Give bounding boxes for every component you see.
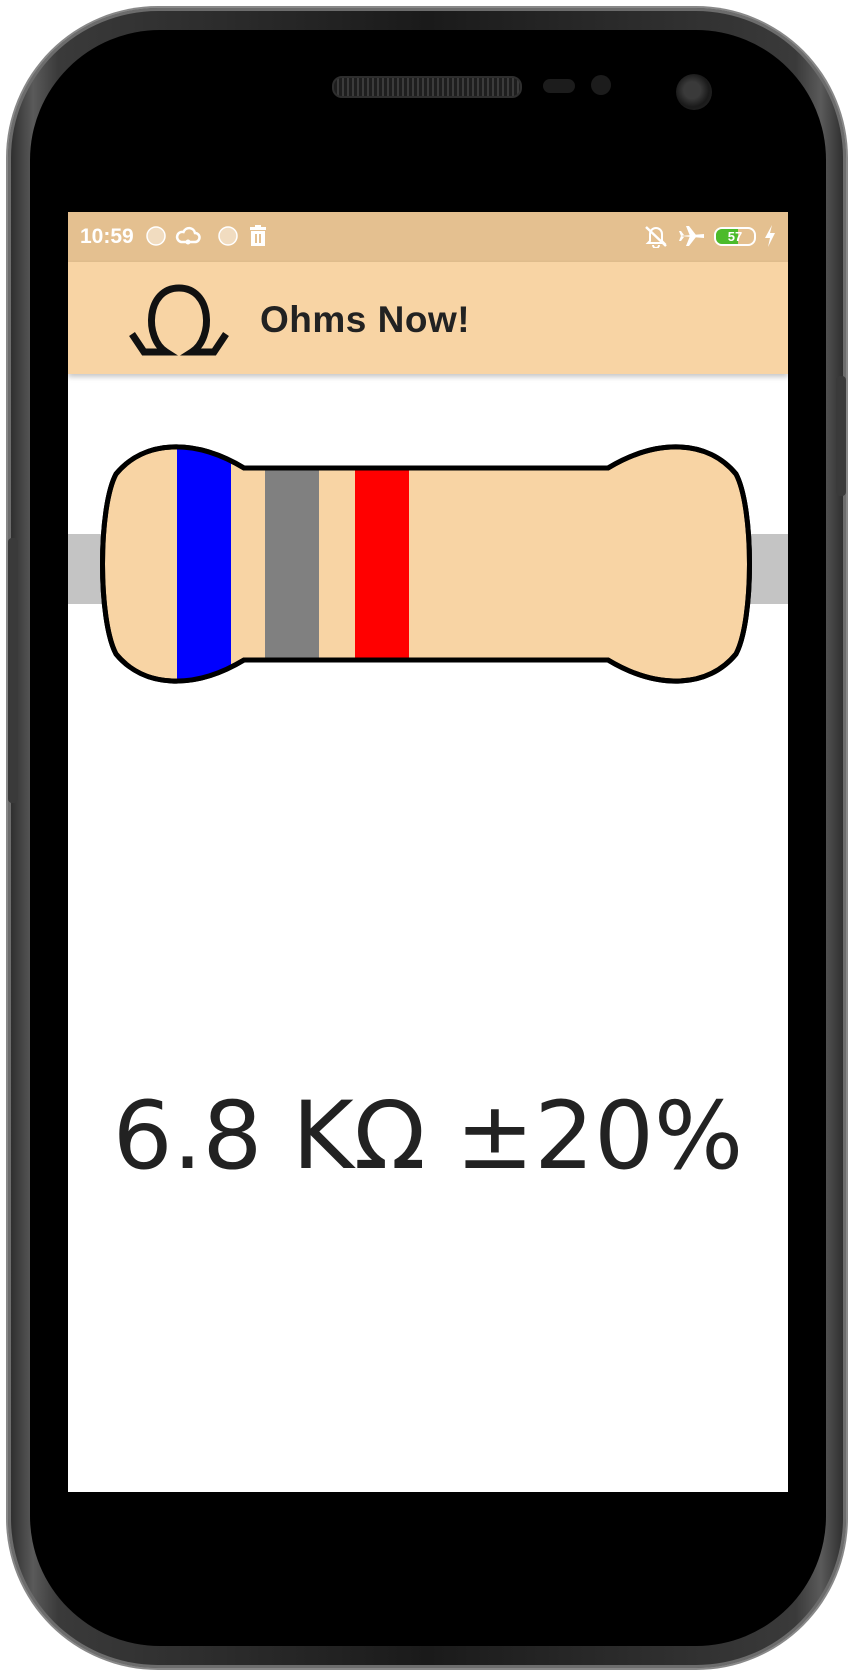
omega-logo-icon bbox=[129, 284, 229, 356]
notification-dot-icon bbox=[146, 226, 166, 246]
resistance-value: 6.8 KΩ ±20% bbox=[112, 1082, 744, 1191]
resistor-display bbox=[68, 444, 788, 694]
proximity-sensor bbox=[543, 79, 575, 93]
color-band-multiplier bbox=[355, 468, 409, 660]
status-time: 10:59 bbox=[80, 225, 134, 248]
color-band-second-digit bbox=[265, 468, 319, 660]
earpiece-speaker bbox=[332, 76, 522, 98]
power-button bbox=[836, 376, 846, 496]
app-title: Ohms Now! bbox=[260, 299, 471, 340]
bell-off-icon bbox=[645, 226, 667, 248]
app-screen: 10:59 57 Ohms Now! 6.8 KΩ ±20% bbox=[68, 212, 788, 1492]
light-sensor bbox=[591, 75, 611, 95]
notification-dot-icon bbox=[218, 226, 238, 246]
volume-button bbox=[8, 538, 18, 803]
cloud-icon bbox=[175, 226, 201, 245]
airplane-icon bbox=[679, 226, 704, 246]
status-bar: 10:59 57 bbox=[68, 212, 788, 262]
front-camera bbox=[676, 74, 712, 110]
color-band-first-digit bbox=[177, 446, 231, 682]
battery-level: 57 bbox=[727, 229, 743, 244]
resistor-diagram bbox=[68, 444, 788, 684]
charging-bolt-icon bbox=[765, 225, 775, 247]
trash-icon bbox=[250, 225, 266, 246]
device-mockup: 10:59 57 Ohms Now! 6.8 KΩ ±20% bbox=[0, 0, 856, 1676]
battery-icon: 57 bbox=[714, 227, 756, 246]
app-toolbar: Ohms Now! bbox=[68, 262, 788, 374]
